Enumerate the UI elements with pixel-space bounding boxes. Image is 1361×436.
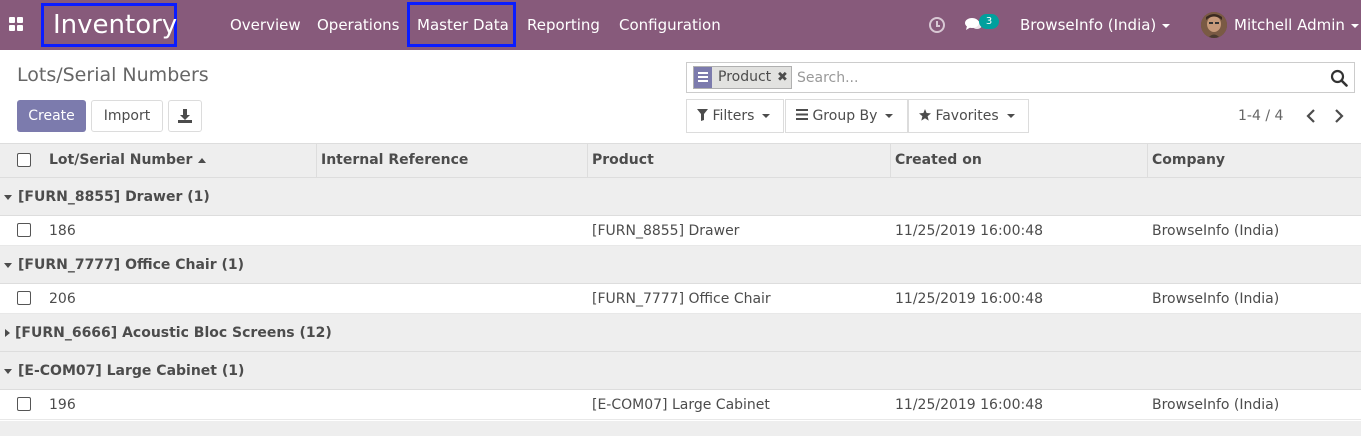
group-row[interactable]: [FURN_7777] Office Chair (1) <box>0 246 1361 284</box>
caret-down-icon <box>1162 23 1171 28</box>
column-company[interactable]: Company <box>1152 144 1225 177</box>
caret-down-icon <box>885 114 894 118</box>
cell-company: BrowseInfo (India) <box>1152 223 1280 239</box>
table-row[interactable]: 186 [FURN_8855] Drawer 11/25/2019 16:00:… <box>0 216 1361 246</box>
caret-down-icon <box>1006 114 1015 118</box>
menu-master-data[interactable]: Master Data <box>417 0 509 50</box>
column-lot-serial[interactable]: Lot/Serial Number <box>49 144 207 177</box>
column-internal-reference[interactable]: Internal Reference <box>321 144 468 177</box>
table-row[interactable]: 206 [FURN_7777] Office Chair 11/25/2019 … <box>0 284 1361 314</box>
column-divider <box>316 144 317 177</box>
expanded-caret-icon <box>4 195 12 200</box>
cell-product: [FURN_8855] Drawer <box>592 223 740 239</box>
groupby-button[interactable]: Group By <box>785 99 908 133</box>
filters-button[interactable]: Filters <box>686 99 784 133</box>
group-label: [FURN_7777] Office Chair (1) <box>18 257 245 273</box>
sort-ascending-icon <box>198 157 207 163</box>
menu-configuration[interactable]: Configuration <box>619 0 721 50</box>
pager-next-icon[interactable] <box>1331 106 1347 126</box>
favorites-label: Favorites <box>935 108 999 124</box>
column-divider <box>587 144 588 177</box>
menu-operations[interactable]: Operations <box>317 0 399 50</box>
cell-lot: 206 <box>49 291 76 307</box>
cell-created: 11/25/2019 16:00:48 <box>895 397 1044 413</box>
row-checkbox[interactable] <box>17 223 31 237</box>
expanded-caret-icon <box>4 369 12 374</box>
row-checkbox[interactable] <box>17 291 31 305</box>
cell-created: 11/25/2019 16:00:48 <box>895 223 1044 239</box>
group-row[interactable]: [FURN_8855] Drawer (1) <box>0 178 1361 216</box>
column-divider <box>890 144 891 177</box>
search-bar: Product ✖ <box>686 62 1355 93</box>
cell-product: [E-COM07] Large Cabinet <box>592 397 770 413</box>
row-checkbox[interactable] <box>17 397 31 411</box>
pager-value[interactable]: 1-4 / 4 <box>1238 108 1283 124</box>
table-footer <box>0 421 1361 436</box>
star-icon <box>919 109 931 121</box>
groupby-label: Group By <box>812 108 878 124</box>
group-row[interactable]: [E-COM07] Large Cabinet (1) <box>0 352 1361 390</box>
create-button[interactable]: Create <box>17 100 86 132</box>
company-name: BrowseInfo (India) <box>1020 16 1157 34</box>
filter-funnel-icon <box>697 109 708 121</box>
search-input[interactable] <box>797 68 1317 88</box>
user-name: Mitchell Admin <box>1234 16 1345 34</box>
bars-icon <box>796 109 808 120</box>
import-button[interactable]: Import <box>91 100 163 132</box>
pager-previous-icon[interactable] <box>1303 106 1319 126</box>
groupby-facet-icon <box>694 67 712 88</box>
cell-product: [FURN_7777] Office Chair <box>592 291 771 307</box>
group-label: [FURN_6666] Acoustic Bloc Screens (12) <box>15 325 332 341</box>
user-avatar[interactable] <box>1201 12 1227 38</box>
group-row[interactable]: [FURN_6666] Acoustic Bloc Screens (12) <box>0 314 1361 352</box>
expanded-caret-icon <box>4 263 12 268</box>
favorites-button[interactable]: Favorites <box>908 99 1029 133</box>
table-header: Lot/Serial Number Internal Reference Pro… <box>0 143 1361 178</box>
caret-down-icon <box>762 114 771 118</box>
activity-clock-icon[interactable] <box>929 17 945 33</box>
collapsed-caret-icon <box>5 329 10 337</box>
search-icon[interactable] <box>1330 69 1348 87</box>
user-menu[interactable]: Mitchell Admin <box>1234 0 1359 50</box>
export-button[interactable] <box>168 100 202 132</box>
menu-reporting[interactable]: Reporting <box>527 0 600 50</box>
column-divider <box>1147 144 1148 177</box>
caret-down-icon <box>1350 23 1359 28</box>
facet-remove-icon[interactable]: ✖ <box>777 67 788 88</box>
select-all-checkbox[interactable] <box>17 153 31 167</box>
facet-label: Product <box>718 69 772 85</box>
group-label: [FURN_8855] Drawer (1) <box>18 189 210 205</box>
page-title: Lots/Serial Numbers <box>17 64 209 86</box>
column-label: Lot/Serial Number <box>49 152 193 168</box>
app-brand[interactable]: Inventory <box>41 3 177 47</box>
cell-created: 11/25/2019 16:00:48 <box>895 291 1044 307</box>
company-switcher[interactable]: BrowseInfo (India) <box>1020 0 1171 50</box>
download-icon <box>178 109 192 123</box>
top-navbar: Inventory Overview Operations Master Dat… <box>0 0 1361 50</box>
cell-company: BrowseInfo (India) <box>1152 291 1280 307</box>
table-row[interactable]: 196 [E-COM07] Large Cabinet 11/25/2019 1… <box>0 390 1361 420</box>
cell-company: BrowseInfo (India) <box>1152 397 1280 413</box>
apps-menu-icon[interactable] <box>9 17 25 33</box>
search-facet-product: Product ✖ <box>693 66 792 89</box>
column-product[interactable]: Product <box>592 144 654 177</box>
filters-label: Filters <box>712 108 755 124</box>
chat-count-badge: 3 <box>979 14 999 29</box>
menu-overview[interactable]: Overview <box>230 0 301 50</box>
column-created-on[interactable]: Created on <box>895 144 982 177</box>
group-label: [E-COM07] Large Cabinet (1) <box>18 363 245 379</box>
cell-lot: 196 <box>49 397 76 413</box>
cell-lot: 186 <box>49 223 76 239</box>
